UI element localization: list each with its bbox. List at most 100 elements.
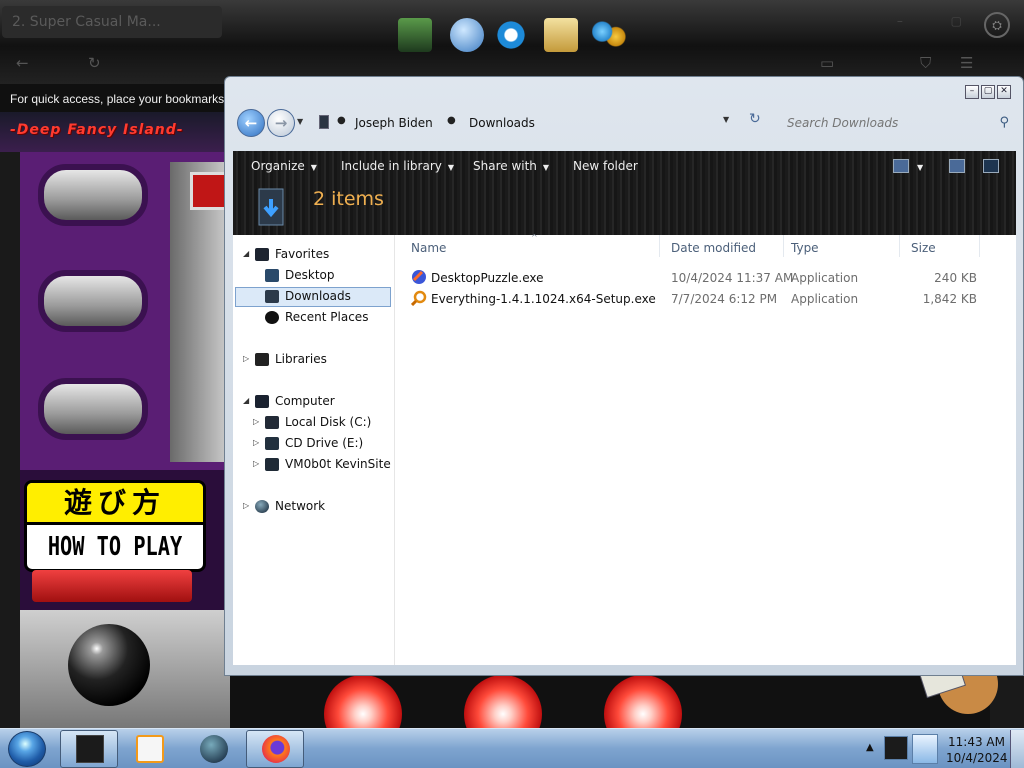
breadcrumb-separator-icon[interactable]: ● [447, 115, 456, 126]
column-divider[interactable] [783, 235, 784, 257]
taskbar-explorer[interactable] [60, 730, 118, 768]
game-lever-ball[interactable] [68, 624, 150, 706]
puzzle-app-icon [412, 270, 426, 284]
column-divider[interactable] [899, 235, 900, 257]
file-row[interactable]: Everything-1.4.1.1024.x64-Setup.exe 7/7/… [403, 288, 1003, 309]
breadcrumb-downloads[interactable]: Downloads [469, 116, 535, 130]
back-button[interactable]: ← [237, 109, 265, 137]
nav-recent-places[interactable]: Recent Places [233, 308, 393, 328]
how-to-play-jp: 遊び方 [27, 483, 203, 525]
column-divider[interactable] [979, 235, 980, 257]
breadcrumb-separator-icon[interactable]: ● [337, 115, 346, 126]
close-button[interactable]: ✕ [997, 85, 1011, 99]
downloads-folder-icon [258, 188, 284, 226]
tray-network-icon[interactable] [912, 734, 938, 764]
search-box[interactable]: ⚲ [773, 109, 1013, 137]
browser-back-icon[interactable]: ← [16, 54, 29, 72]
nav-desktop[interactable]: Desktop [233, 266, 393, 286]
organize-menu[interactable]: Organize ▼ [251, 159, 317, 173]
nav-cd-drive-label: CD Drive (E:) [285, 436, 364, 450]
nav-downloads[interactable]: Downloads [235, 287, 391, 307]
new-folder-button[interactable]: New folder [573, 159, 638, 173]
share-with-menu[interactable]: Share with ▼ [473, 159, 549, 173]
column-header-type[interactable]: Type [791, 241, 819, 255]
taskbar-firefox[interactable] [246, 730, 304, 768]
nav-cd-drive[interactable]: ▷ CD Drive (E:) [233, 434, 393, 454]
game-stop-button-2[interactable] [464, 675, 542, 728]
browser-shield-icon[interactable]: ⛉ [920, 54, 931, 72]
expand-arrow-icon[interactable]: ▷ [253, 459, 259, 468]
search-input[interactable] [773, 109, 1013, 137]
explorer-icon [76, 735, 104, 763]
browser-menu-icon[interactable]: ⛭ [984, 12, 1010, 38]
tray-display-icon[interactable] [884, 736, 908, 760]
column-header-name[interactable]: Name [411, 241, 446, 255]
expand-arrow-icon[interactable]: ◢ [243, 396, 249, 405]
globe-app-icon [200, 735, 228, 763]
expand-arrow-icon[interactable]: ▷ [243, 354, 249, 363]
browser-tools-icon[interactable]: ☰ [960, 54, 973, 72]
help-icon[interactable] [983, 159, 999, 173]
media-player-icon [136, 735, 164, 763]
taskbar-app-globe[interactable] [184, 730, 242, 768]
expand-arrow-icon[interactable]: ▷ [253, 438, 259, 447]
minimize-button[interactable]: – [965, 85, 979, 99]
taskbar-media-player[interactable] [120, 730, 178, 768]
preview-pane-icon[interactable] [949, 159, 965, 173]
show-desktop-button[interactable] [1010, 730, 1024, 768]
nav-libraries[interactable]: ▷ Libraries [233, 350, 393, 370]
search-icon[interactable]: ⚲ [999, 115, 1009, 130]
file-type: Application [791, 271, 859, 285]
content-area: ◢ Favorites Desktop Downloads Recent Pla… [233, 233, 1016, 665]
start-button[interactable] [8, 731, 46, 767]
game-max-bet-button[interactable] [32, 570, 192, 602]
nav-local-disk-label: Local Disk (C:) [285, 415, 372, 429]
nav-local-disk[interactable]: ▷ Local Disk (C:) [233, 413, 393, 433]
expand-arrow-icon[interactable]: ◢ [243, 249, 249, 258]
expand-arrow-icon[interactable]: ▷ [253, 417, 259, 426]
maximize-button[interactable]: ▢ [981, 85, 995, 99]
forward-button[interactable]: → [267, 109, 295, 137]
browser-ext-icon[interactable]: ▭ [820, 54, 834, 72]
nav-network-share[interactable]: ▷ VM0b0t KevinSite [233, 455, 393, 475]
expand-arrow-icon[interactable]: ▷ [243, 501, 249, 510]
mail-envelope-icon[interactable] [544, 18, 578, 52]
internet-explorer-icon[interactable] [494, 18, 528, 52]
breadcrumb-user[interactable]: Joseph Biden [355, 116, 433, 130]
how-to-play-button[interactable]: 遊び方 HOW TO PLAY [24, 480, 206, 572]
game-slot-button-3[interactable] [38, 378, 148, 440]
nav-desktop-label: Desktop [285, 268, 335, 282]
recent-pages-dropdown-icon[interactable]: ▼ [297, 117, 303, 126]
file-row[interactable]: DesktopPuzzle.exe 10/4/2024 11:37 AM App… [403, 267, 1003, 288]
column-header-size[interactable]: Size [911, 241, 936, 255]
nav-network[interactable]: ▷ Network [233, 497, 393, 517]
game-slot-button-2[interactable] [38, 270, 148, 332]
game-stop-button-3[interactable] [604, 675, 682, 728]
browser-tab[interactable]: 2. Super Casual Ma... [2, 6, 222, 38]
clock-date[interactable]: 10/4/2024 [946, 751, 1008, 765]
change-view-icon[interactable] [893, 159, 909, 173]
nav-computer[interactable]: ◢ Computer [233, 392, 393, 412]
include-in-library-menu[interactable]: Include in library ▼ [341, 159, 454, 173]
favorites-icon [255, 248, 269, 261]
view-options-dropdown-icon[interactable]: ▼ [917, 163, 923, 172]
game-slot-button-1[interactable] [38, 164, 148, 226]
chevron-down-icon: ▼ [310, 163, 317, 172]
tray-overflow-icon[interactable]: ▲ [866, 742, 874, 753]
network-globe-icon[interactable] [450, 18, 484, 52]
column-divider[interactable] [659, 235, 660, 257]
file-date: 10/4/2024 11:37 AM [671, 271, 794, 285]
address-bar[interactable]: ● Joseph Biden ● Downloads [313, 109, 769, 137]
column-header-date[interactable]: Date modified [671, 241, 756, 255]
refresh-icon[interactable]: ↻ [749, 111, 761, 127]
file-size: 1,842 KB [922, 292, 977, 306]
game-stop-button-1[interactable] [324, 675, 402, 728]
nav-favorites[interactable]: ◢ Favorites [233, 245, 393, 265]
game-logo: -Deep Fancy Island- [0, 112, 230, 152]
browser-reload-icon[interactable]: ↻ [88, 54, 101, 72]
folder-location-icon [319, 115, 329, 129]
users-icon[interactable] [592, 18, 626, 52]
app-grid-icon[interactable] [398, 18, 432, 52]
address-dropdown-icon[interactable]: ▼ [723, 115, 729, 124]
clock-time[interactable]: 11:43 AM [948, 735, 1005, 749]
